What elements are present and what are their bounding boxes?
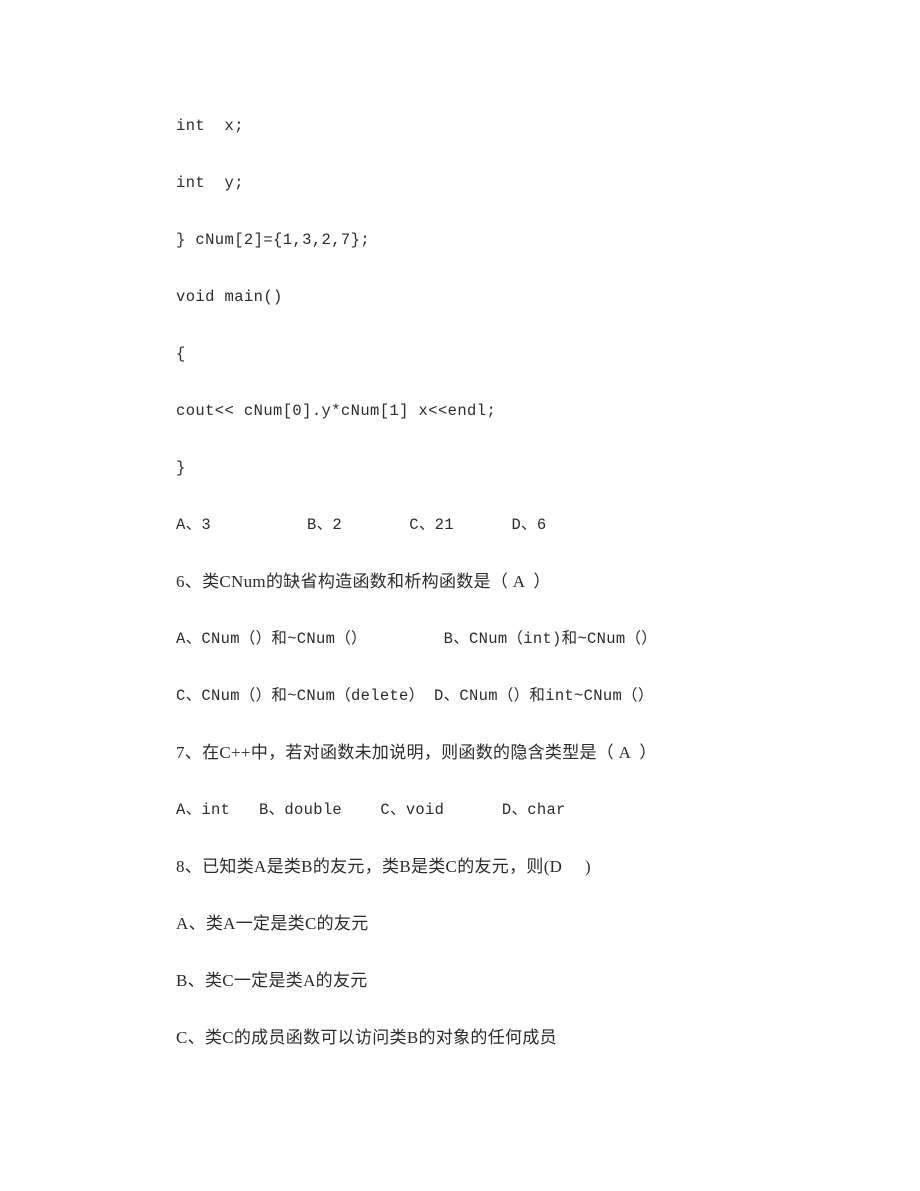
code-line-cnum-init: } cNum[2]={1,3,2,7};: [176, 231, 371, 249]
code-line-void-main: void main(): [176, 288, 283, 306]
document-text-body: int x; int y; } cNum[2]={1,3,2,7}; void …: [176, 108, 876, 1077]
code-line-open-brace: {: [176, 345, 186, 363]
question-6-options-ab: A、CNum（）和~CNum（） B、CNum（int)和~CNum（）: [176, 630, 658, 648]
code-line-int-x: int x;: [176, 117, 244, 135]
question-8-option-c: C、类C的成员函数可以访问类B的对象的任何成员: [176, 1028, 557, 1047]
code-line-close-brace: }: [176, 459, 186, 477]
question-8-stem: 8、已知类A是类B的友元，类B是类C的友元，则(D ): [176, 857, 591, 876]
question-6-stem: 6、类CNum的缺省构造函数和析构函数是（ A ）: [176, 572, 551, 591]
question-6-options-cd: C、CNum（）和~CNum（delete） D、CNum（）和int~CNum…: [176, 687, 654, 705]
code-line-int-y: int y;: [176, 174, 244, 192]
question-7-options: A、int B、double C、void D、char: [176, 801, 566, 819]
question-8-option-a: A、类A一定是类C的友元: [176, 914, 369, 933]
question-8-option-b: B、类C一定是类A的友元: [176, 971, 368, 990]
document-page: int x; int y; } cNum[2]={1,3,2,7}; void …: [0, 0, 920, 1191]
code-line-cout: cout<< cNum[0].y*cNum[1] x<<endl;: [176, 402, 497, 420]
question-5-options: A、3 B、2 C、21 D、6: [176, 516, 547, 534]
question-7-stem: 7、在C++中，若对函数未加说明，则函数的隐含类型是（ A ）: [176, 743, 657, 762]
